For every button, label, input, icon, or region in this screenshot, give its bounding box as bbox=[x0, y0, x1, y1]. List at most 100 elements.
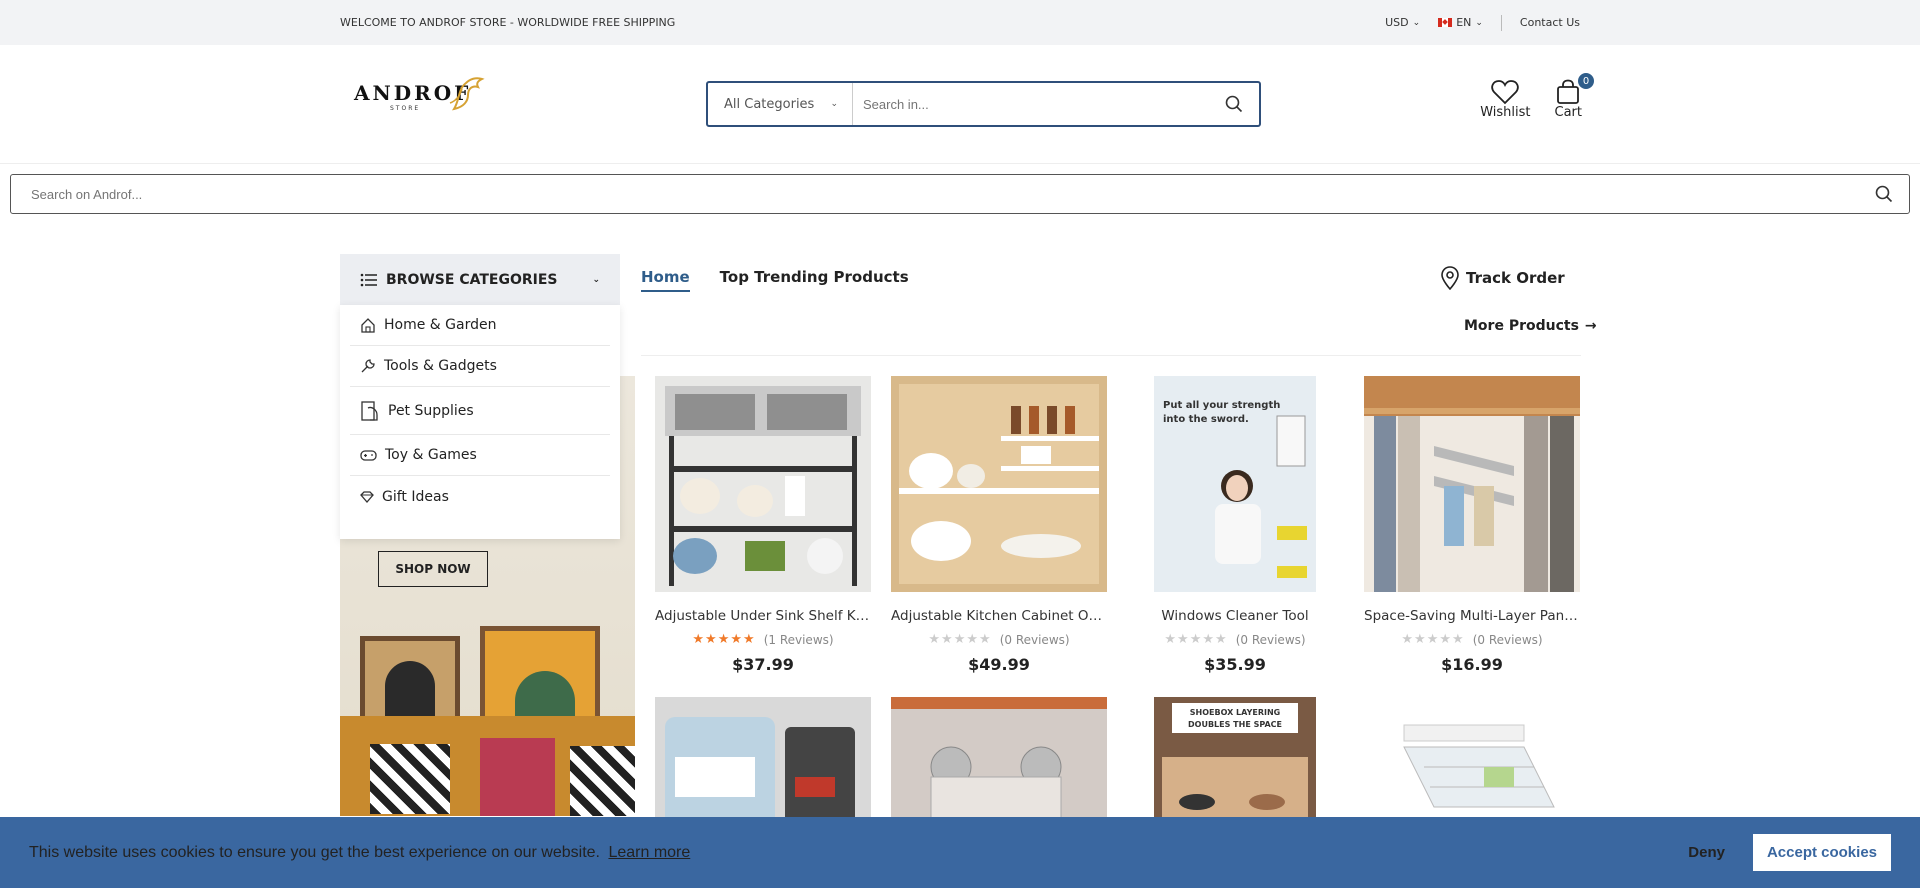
product-image[interactable] bbox=[891, 376, 1107, 592]
wide-search-input[interactable] bbox=[31, 186, 1731, 202]
product-name[interactable]: Space-Saving Multi-Layer Pant... bbox=[1364, 608, 1580, 624]
product-image[interactable] bbox=[655, 376, 871, 592]
product-name[interactable]: Adjustable Kitchen Cabinet Org... bbox=[891, 608, 1107, 624]
svg-text:DOUBLES THE SPACE: DOUBLES THE SPACE bbox=[1188, 720, 1282, 729]
more-products-label: More Products bbox=[1464, 318, 1579, 334]
category-label: Toy & Games bbox=[385, 447, 477, 463]
category-pet-supplies[interactable]: Pet Supplies bbox=[350, 387, 610, 435]
product-rating: ★★★★★ (0 Reviews) bbox=[1364, 632, 1580, 647]
product-rating: ★★★★★ (0 Reviews) bbox=[891, 632, 1107, 647]
category-toy-games[interactable]: Toy & Games bbox=[350, 435, 610, 476]
banner-pillow bbox=[570, 746, 635, 816]
learn-more-link[interactable]: Learn more bbox=[608, 844, 690, 861]
map-pin-icon bbox=[1441, 266, 1459, 290]
shop-now-button[interactable]: SHOP NOW bbox=[378, 551, 488, 587]
category-select[interactable]: All Categories ⌄ bbox=[708, 83, 853, 125]
chevron-down-icon: ⌄ bbox=[592, 274, 600, 285]
language-selector[interactable]: EN ⌄ bbox=[1438, 16, 1483, 29]
review-count: (0 Reviews) bbox=[1235, 632, 1306, 647]
category-gift-ideas[interactable]: Gift Ideas bbox=[350, 476, 610, 517]
browse-categories-toggle[interactable]: BROWSE CATEGORIES ⌄ bbox=[340, 254, 620, 305]
language-label: EN bbox=[1456, 16, 1472, 29]
chevron-down-icon: ⌄ bbox=[830, 99, 838, 109]
currency-selector[interactable]: USD ⌄ bbox=[1385, 16, 1420, 29]
home-icon bbox=[361, 318, 375, 333]
cookie-message: This website uses cookies to ensure you … bbox=[29, 843, 600, 861]
cookie-consent-bar: This website uses cookies to ensure you … bbox=[0, 817, 1920, 888]
heart-icon bbox=[1491, 80, 1520, 105]
horse-logo-icon bbox=[449, 77, 485, 111]
divider bbox=[1500, 14, 1502, 31]
search-icon bbox=[1225, 95, 1243, 113]
product-name[interactable]: Windows Cleaner Tool bbox=[1127, 608, 1343, 624]
nav-top-trending[interactable]: Top Trending Products bbox=[720, 268, 909, 292]
wide-search-bar bbox=[10, 174, 1910, 214]
wishlist-button[interactable]: Wishlist bbox=[1480, 79, 1531, 120]
star-rating-icon: ★★★★★ bbox=[1401, 632, 1465, 647]
chevron-down-icon: ⌄ bbox=[1412, 17, 1421, 28]
cart-count-badge: 0 bbox=[1578, 73, 1594, 89]
product-price: $49.99 bbox=[968, 655, 1030, 674]
product-price: $37.99 bbox=[732, 655, 794, 674]
product-image[interactable]: Put all your strength into the sword. bbox=[1127, 376, 1343, 592]
more-products-link[interactable]: More Products → bbox=[1464, 318, 1597, 334]
product-price: $16.99 bbox=[1441, 655, 1503, 674]
product-image[interactable] bbox=[1364, 376, 1580, 592]
track-order-label: Track Order bbox=[1466, 269, 1565, 287]
review-count: (0 Reviews) bbox=[999, 632, 1070, 647]
contact-us-link[interactable]: Contact Us bbox=[1520, 16, 1580, 29]
product-photo bbox=[655, 376, 871, 592]
search-icon[interactable] bbox=[1875, 185, 1893, 203]
wishlist-label: Wishlist bbox=[1480, 105, 1531, 120]
product-price: $35.99 bbox=[1204, 655, 1266, 674]
product-photo-text: Put all your strength bbox=[1163, 400, 1280, 411]
top-bar: WELCOME TO ANDROF STORE - WORLDWIDE FREE… bbox=[0, 0, 1920, 45]
product-card[interactable]: Put all your strength into the sword. Wi… bbox=[1127, 376, 1343, 674]
nav-home[interactable]: Home bbox=[641, 268, 690, 292]
category-select-label: All Categories bbox=[724, 96, 815, 112]
header-search: All Categories ⌄ bbox=[706, 81, 1261, 127]
banner-pillow bbox=[370, 744, 450, 814]
accept-cookies-button[interactable]: Accept cookies bbox=[1752, 834, 1891, 871]
category-label: Gift Ideas bbox=[382, 488, 449, 505]
cart-label: Cart bbox=[1554, 105, 1583, 120]
deny-cookies-button[interactable]: Deny bbox=[1688, 844, 1725, 861]
track-order-link[interactable]: Track Order bbox=[1440, 266, 1565, 290]
category-label: Tools & Gadgets bbox=[384, 358, 497, 374]
product-rating: ★★★★★ (1 Reviews) bbox=[655, 632, 871, 647]
search-button[interactable] bbox=[1209, 95, 1259, 113]
product-card[interactable]: Space-Saving Multi-Layer Pant... ★★★★★ (… bbox=[1364, 376, 1580, 674]
canada-flag-icon bbox=[1438, 18, 1453, 27]
pet-icon bbox=[361, 400, 378, 421]
product-name[interactable]: Adjustable Under Sink Shelf Kitc... bbox=[655, 608, 871, 624]
divider bbox=[641, 355, 1581, 356]
main-nav: Home Top Trending Products bbox=[641, 268, 909, 292]
svg-text:into the sword.: into the sword. bbox=[1163, 414, 1249, 425]
product-photo bbox=[891, 376, 1107, 592]
category-tools-gadgets[interactable]: Tools & Gadgets bbox=[350, 346, 610, 387]
star-rating-icon: ★★★★★ bbox=[1164, 632, 1228, 647]
product-card[interactable]: Adjustable Under Sink Shelf Kitc... ★★★★… bbox=[655, 376, 871, 674]
category-menu: Home & Garden Tools & Gadgets Pet Suppli… bbox=[340, 305, 620, 539]
search-input[interactable] bbox=[853, 96, 1209, 112]
svg-text:SHOEBOX LAYERING: SHOEBOX LAYERING bbox=[1190, 708, 1280, 717]
header: ANDROF STORE All Categories ⌄ Wishlist bbox=[0, 45, 1920, 164]
cart-button[interactable]: Cart 0 bbox=[1554, 73, 1594, 120]
currency-label: USD bbox=[1385, 16, 1409, 29]
logo-sub: STORE bbox=[390, 105, 421, 112]
product-photo bbox=[1364, 376, 1580, 592]
product-card[interactable]: Adjustable Kitchen Cabinet Org... ★★★★★ … bbox=[891, 376, 1107, 674]
diamond-icon bbox=[360, 490, 374, 503]
star-rating-icon: ★★★★★ bbox=[928, 632, 992, 647]
review-count: (1 Reviews) bbox=[763, 632, 834, 647]
product-rating: ★★★★★ (0 Reviews) bbox=[1127, 632, 1343, 647]
banner-pillow bbox=[480, 738, 555, 816]
category-label: Pet Supplies bbox=[388, 402, 474, 419]
logo[interactable]: ANDROF STORE bbox=[354, 77, 485, 112]
review-count: (0 Reviews) bbox=[1472, 632, 1543, 647]
welcome-text: WELCOME TO ANDROF STORE - WORLDWIDE FREE… bbox=[340, 16, 676, 29]
arrow-right-icon: → bbox=[1584, 318, 1597, 334]
product-photo: Put all your strength into the sword. bbox=[1127, 376, 1343, 592]
chevron-down-icon: ⌄ bbox=[1475, 17, 1483, 28]
category-home-garden[interactable]: Home & Garden bbox=[350, 305, 610, 346]
